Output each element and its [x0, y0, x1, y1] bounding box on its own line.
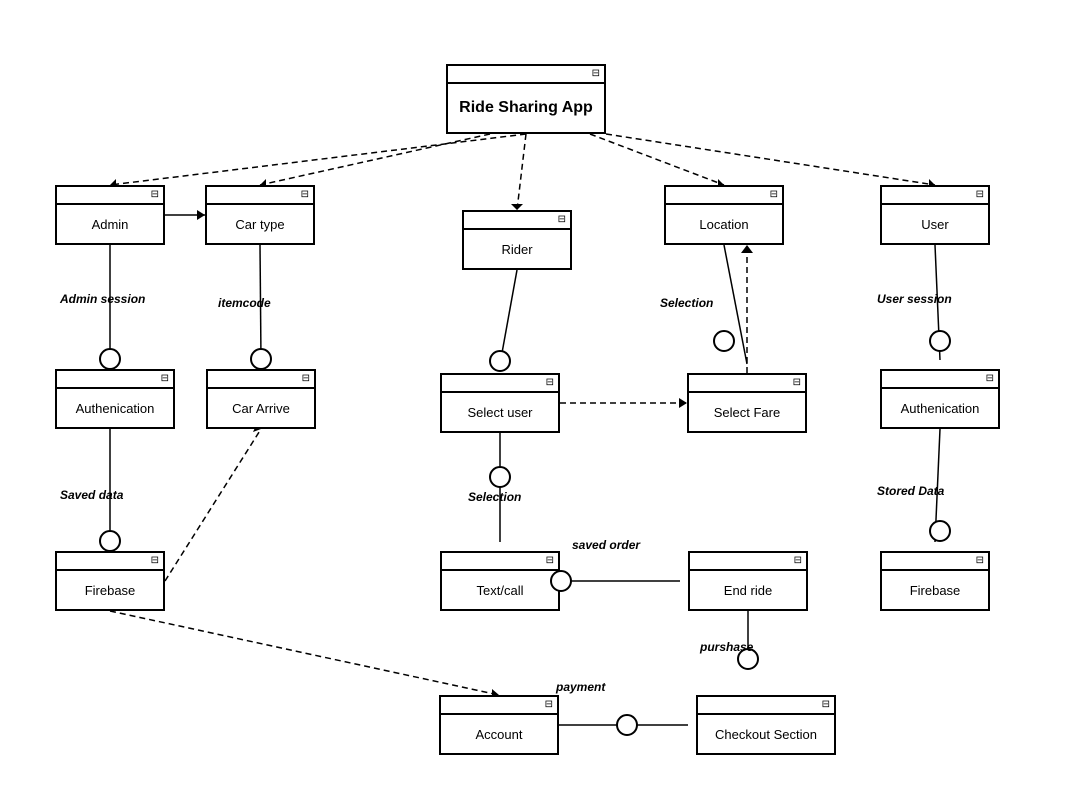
box-header: ⊟ [57, 553, 163, 571]
label-selection-rider: Selection [468, 490, 521, 504]
box-label: Select Fare [689, 393, 805, 431]
box-label: Firebase [57, 571, 163, 609]
box-header: ⊟ [666, 187, 782, 205]
label-payment: payment [556, 680, 605, 694]
box-label: Authenication [57, 389, 173, 427]
label-saved-order: saved order [572, 538, 640, 552]
box-header: ⊟ [690, 553, 806, 571]
box-header: ⊟ [882, 553, 988, 571]
component-icon: ⊟ [976, 189, 984, 201]
component-icon: ⊟ [558, 214, 566, 226]
circle-stored-data [929, 520, 951, 542]
box-header: ⊟ [207, 187, 313, 205]
box-label: User [882, 205, 988, 243]
circle-selection-rider [489, 350, 511, 372]
box-label: Location [666, 205, 782, 243]
box-label: Select user [442, 393, 558, 431]
box-header: ⊟ [57, 187, 163, 205]
component-icon: ⊟ [793, 377, 801, 389]
box-header: ⊟ [442, 375, 558, 393]
box-checkout-section: ⊟ Checkout Section [696, 695, 836, 755]
circle-user-session [929, 330, 951, 352]
uml-diagram: ⊟ Ride Sharing App ⊟ Admin ⊟ Car type ⊟ … [0, 0, 1065, 785]
label-admin-session: Admin session [60, 292, 145, 306]
component-icon: ⊟ [151, 189, 159, 201]
box-header: ⊟ [448, 66, 604, 84]
box-user: ⊟ User [880, 185, 990, 245]
box-label: Car Arrive [208, 389, 314, 427]
component-icon: ⊟ [302, 373, 310, 385]
box-label: Checkout Section [698, 715, 834, 753]
box-label: Rider [464, 230, 570, 268]
box-end-ride: ⊟ End ride [688, 551, 808, 611]
box-header: ⊟ [442, 553, 558, 571]
component-icon: ⊟ [301, 189, 309, 201]
box-firebase-admin: ⊟ Firebase [55, 551, 165, 611]
box-location: ⊟ Location [664, 185, 784, 245]
box-header: ⊟ [882, 187, 988, 205]
box-admin: ⊟ Admin [55, 185, 165, 245]
circle-selection-select-user [489, 466, 511, 488]
box-label: Firebase [882, 571, 988, 609]
box-account: ⊟ Account [439, 695, 559, 755]
circle-payment [616, 714, 638, 736]
label-selection-location: Selection [660, 296, 713, 310]
box-header: ⊟ [698, 697, 834, 715]
label-itemcode: itemcode [218, 296, 271, 310]
box-label: Account [441, 715, 557, 753]
box-select-fare: ⊟ Select Fare [687, 373, 807, 433]
component-icon: ⊟ [986, 373, 994, 385]
label-user-session: User session [877, 292, 952, 306]
box-car-type: ⊟ Car type [205, 185, 315, 245]
component-icon: ⊟ [161, 373, 169, 385]
box-label: Car type [207, 205, 313, 243]
box-header: ⊟ [208, 371, 314, 389]
box-header: ⊟ [882, 371, 998, 389]
component-icon: ⊟ [545, 699, 553, 711]
box-header: ⊟ [57, 371, 173, 389]
label-saved-data: Saved data [60, 488, 123, 502]
box-ride-sharing-app: ⊟ Ride Sharing App [446, 64, 606, 134]
component-icon: ⊟ [770, 189, 778, 201]
component-icon: ⊟ [151, 555, 159, 567]
component-icon: ⊟ [976, 555, 984, 567]
component-icon: ⊟ [592, 68, 600, 80]
box-text-call: ⊟ Text/call [440, 551, 560, 611]
box-label: Ride Sharing App [448, 84, 604, 132]
circle-selection-location [713, 330, 735, 352]
circle-itemcode [250, 348, 272, 370]
label-purshase: purshase [700, 640, 753, 654]
box-select-user: ⊟ Select user [440, 373, 560, 433]
component-icon: ⊟ [794, 555, 802, 567]
component-icon: ⊟ [822, 699, 830, 711]
box-header: ⊟ [464, 212, 570, 230]
circle-saved-order [550, 570, 572, 592]
component-icon: ⊟ [546, 377, 554, 389]
box-label: Admin [57, 205, 163, 243]
box-authenication-admin: ⊟ Authenication [55, 369, 175, 429]
label-stored-data: Stored Data [877, 484, 944, 498]
box-header: ⊟ [441, 697, 557, 715]
box-label: Text/call [442, 571, 558, 609]
box-car-arrive: ⊟ Car Arrive [206, 369, 316, 429]
circle-saved-data [99, 530, 121, 552]
box-header: ⊟ [689, 375, 805, 393]
box-rider: ⊟ Rider [462, 210, 572, 270]
box-label: End ride [690, 571, 806, 609]
box-label: Authenication [882, 389, 998, 427]
box-firebase-user: ⊟ Firebase [880, 551, 990, 611]
box-authenication-user: ⊟ Authenication [880, 369, 1000, 429]
component-icon: ⊟ [546, 555, 554, 567]
circle-admin-session [99, 348, 121, 370]
